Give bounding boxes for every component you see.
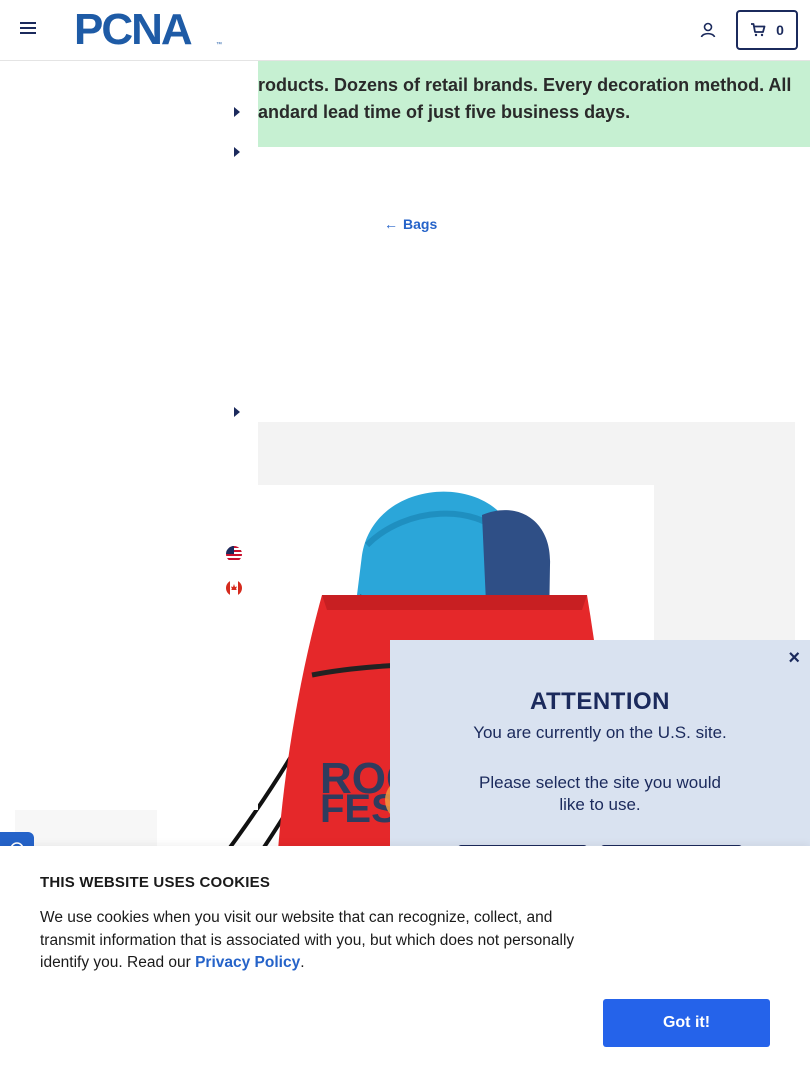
menu-expand-caret-icon[interactable] xyxy=(234,407,240,417)
promo-text: roducts. Dozens of retail brands. Every … xyxy=(258,72,803,126)
hamburger-menu-icon[interactable] xyxy=(20,22,36,38)
us-flag-icon[interactable] xyxy=(226,546,242,562)
cookie-title: THIS WEBSITE USES COOKIES xyxy=(40,874,271,891)
accept-cookies-button[interactable]: Got it! xyxy=(603,999,770,1047)
logo-trademark: ™ xyxy=(216,42,222,48)
page: PCNA ™ 0 roducts. Dozens of retail brand… xyxy=(0,0,810,1080)
pcna-logo[interactable]: PCNA xyxy=(74,8,193,52)
canada-flag-icon[interactable] xyxy=(226,580,242,596)
close-icon[interactable]: × xyxy=(788,648,800,668)
account-icon[interactable] xyxy=(698,20,718,40)
privacy-policy-link[interactable]: Privacy Policy xyxy=(195,954,300,971)
menu-expand-caret-icon[interactable] xyxy=(234,147,240,157)
promo-line-2: andard lead time of just five business d… xyxy=(258,102,631,122)
modal-instruction: Please select the site you would like to… xyxy=(479,773,721,814)
cookie-text: We use cookies when you visit our websit… xyxy=(40,907,605,975)
modal-message: You are currently on the U.S. site. xyxy=(473,723,727,742)
cookie-body-text: We use cookies when you visit our websit… xyxy=(40,909,575,971)
back-link-label: Bags xyxy=(403,216,438,232)
cart-count: 0 xyxy=(776,22,784,38)
modal-title: ATTENTION xyxy=(529,688,671,715)
site-header: PCNA ™ 0 xyxy=(0,0,810,61)
cookie-body-suffix: . xyxy=(300,954,305,971)
promo-line-1: roducts. Dozens of retail brands. Every … xyxy=(258,75,792,95)
cart-icon xyxy=(751,23,766,37)
back-arrow-icon: ← xyxy=(384,216,398,232)
site-selection-modal: × ATTENTION You are currently on the U.S… xyxy=(390,640,810,853)
side-menu-panel xyxy=(0,61,258,810)
cart-button[interactable]: 0 xyxy=(736,10,798,50)
back-to-category-link[interactable]: ← Bags xyxy=(384,216,437,232)
cookie-banner: THIS WEBSITE USES COOKIES We use cookies… xyxy=(0,846,810,1080)
menu-expand-caret-icon[interactable] xyxy=(234,107,240,117)
